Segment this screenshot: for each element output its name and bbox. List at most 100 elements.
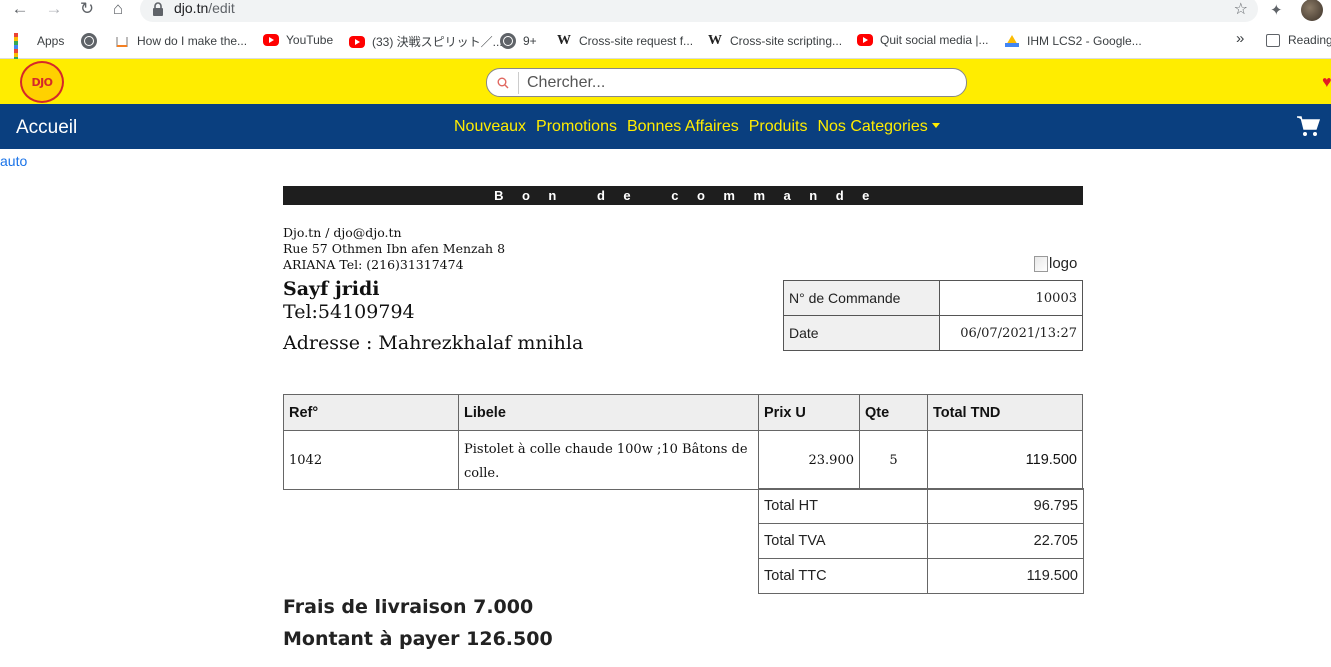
nav-menu: Nouveaux Promotions Bonnes Affaires Prod…: [454, 118, 940, 136]
item-total: 119.500: [927, 430, 1083, 490]
table-row: Date 06/07/2021/13:27: [783, 315, 1083, 351]
auto-link[interactable]: auto: [0, 153, 27, 169]
caret-down-icon: [931, 123, 940, 128]
items-table: Ref° Libele Prix U Qte Total TND 1042 Pi…: [283, 394, 1083, 490]
shopping-cart-icon[interactable]: [1296, 114, 1320, 138]
bookmark-label: Cross-site request f...: [579, 34, 694, 48]
table-row: Total TVA 22.705: [758, 523, 1084, 559]
google-drive-icon: [1004, 33, 1020, 49]
col-libele: Libele: [458, 394, 759, 431]
nav-nouveaux[interactable]: Nouveaux: [454, 118, 526, 136]
bookmark-ihm-drive[interactable]: IHM LCS2 - Google...: [1004, 33, 1142, 49]
search-bar: [486, 68, 967, 97]
main-navbar: Accueil Nouveaux Promotions Bonnes Affai…: [0, 104, 1331, 149]
bookmark-quit-social[interactable]: Quit social media |...: [857, 33, 989, 47]
client-phone: Tel:54109794: [283, 301, 415, 323]
url-host: djo.tn: [174, 0, 209, 16]
bookmark-notifications[interactable]: 9+: [500, 33, 537, 49]
table-row: Total HT 96.795: [758, 488, 1084, 524]
wikipedia-icon: W: [708, 33, 722, 48]
bookmark-globe[interactable]: [81, 33, 97, 49]
col-qte: Qte: [859, 394, 928, 431]
broken-image-icon: [1034, 255, 1048, 272]
item-prix: 23.900: [758, 430, 860, 490]
nav-bonnes-affaires[interactable]: Bonnes Affaires: [627, 118, 739, 136]
back-arrow-icon[interactable]: ←: [10, 0, 30, 20]
search-divider: [518, 72, 519, 94]
item-qte: 5: [859, 430, 928, 490]
item-ref: 1042: [283, 430, 459, 490]
order-number-value: 10003: [939, 280, 1083, 316]
reading-list-button[interactable]: Reading: [1266, 33, 1331, 47]
bookmark-youtube[interactable]: YouTube: [263, 33, 333, 47]
youtube-icon: [857, 34, 873, 46]
search-input[interactable]: [527, 72, 947, 94]
table-row: N° de Commande 10003: [783, 280, 1083, 316]
address-bar[interactable]: djo.tn/edit ☆: [140, 0, 1258, 22]
bookmark-label: Cross-site scripting...: [730, 34, 843, 48]
search-icon[interactable]: [497, 77, 509, 89]
item-libele: Pistolet à colle chaude 100w ;10 Bâtons …: [458, 430, 759, 490]
extensions-puzzle-icon[interactable]: ✦: [1270, 1, 1283, 19]
stackoverflow-icon: [114, 33, 130, 49]
total-ht-label: Total HT: [758, 488, 928, 524]
nav-categories-dropdown[interactable]: Nos Categories: [817, 118, 940, 136]
bookmark-label: 9+: [523, 34, 537, 48]
amount-to-pay: Montant à payer 126.500: [283, 628, 553, 650]
client-name: Sayf jridi: [283, 278, 380, 300]
site-header: DJO ♥: [0, 59, 1331, 104]
url-text: djo.tn/edit: [174, 0, 235, 16]
delivery-fees: Frais de livraison 7.000: [283, 596, 534, 618]
bookmark-wikipedia-xss[interactable]: W Cross-site scripting...: [707, 33, 842, 49]
bookmark-star-icon[interactable]: ☆: [1234, 0, 1248, 19]
bookmark-label: IHM LCS2 - Google...: [1027, 34, 1142, 48]
apps-grid-icon: [14, 33, 30, 69]
globe-icon: [500, 33, 516, 49]
table-row: Total TTC 119.500: [758, 558, 1084, 594]
youtube-icon: [349, 35, 365, 48]
totals-table: Total HT 96.795 Total TVA 22.705 Total T…: [758, 488, 1084, 594]
order-date-label: Date: [783, 315, 940, 351]
bookmark-label: Quit social media |...: [880, 33, 989, 47]
forward-arrow-icon[interactable]: →: [44, 0, 64, 20]
browser-toolbar: ← → ↻ ⌂ djo.tn/edit ☆ ✦: [0, 0, 1331, 22]
document-title: Bon de commande: [283, 186, 1083, 205]
col-ref: Ref°: [283, 394, 459, 431]
broken-logo-image: logo: [1034, 255, 1077, 272]
profile-avatar[interactable]: [1301, 0, 1323, 21]
bookmark-wikipedia-csrf[interactable]: W Cross-site request f...: [556, 33, 693, 49]
globe-icon: [81, 33, 97, 49]
total-tva-value: 22.705: [927, 523, 1084, 559]
logo-alt-text: logo: [1049, 255, 1078, 272]
bookmarks-more-button[interactable]: »: [1236, 30, 1244, 47]
nav-promotions[interactable]: Promotions: [536, 118, 617, 136]
bookmarks-bar: Apps How do I make the... YouTube (33) 決…: [0, 22, 1331, 69]
home-link[interactable]: Accueil: [16, 117, 77, 139]
youtube-icon: [263, 34, 279, 46]
bookmark-apps[interactable]: Apps: [14, 33, 64, 69]
heart-icon[interactable]: ♥: [1322, 74, 1331, 92]
logo-text: DJO: [31, 75, 53, 89]
bookmark-stackoverflow[interactable]: How do I make the...: [114, 33, 247, 49]
total-tva-label: Total TVA: [758, 523, 928, 559]
bookmark-label: (33) 決戦スピリット／...: [372, 35, 503, 49]
reading-list-label: Reading: [1288, 33, 1331, 47]
lock-icon: [153, 2, 163, 16]
order-info-table: N° de Commande 10003 Date 06/07/2021/13:…: [783, 280, 1083, 351]
nav-produits[interactable]: Produits: [749, 118, 808, 136]
site-logo[interactable]: DJO: [20, 61, 64, 103]
company-line-address: Rue 57 Othmen Ibn afen Menzah 8: [283, 241, 506, 256]
order-number-label: N° de Commande: [783, 280, 940, 316]
company-line-contact: Djo.tn / djo@djo.tn: [283, 225, 402, 240]
bookmark-youtube-playlist[interactable]: (33) 決戦スピリット／...: [349, 33, 503, 50]
company-info: Djo.tn / djo@djo.tn Rue 57 Othmen Ibn af…: [283, 225, 505, 273]
order-date-value: 06/07/2021/13:27: [939, 315, 1083, 351]
bookmark-label: How do I make the...: [137, 34, 248, 48]
url-path: /edit: [208, 0, 235, 16]
bookmark-label: YouTube: [286, 33, 334, 47]
company-line-city-tel: ARIANA Tel: (216)31317474: [283, 257, 464, 272]
reload-icon[interactable]: ↻: [77, 0, 97, 20]
table-header-row: Ref° Libele Prix U Qte Total TND: [283, 394, 1083, 431]
home-icon[interactable]: ⌂: [108, 0, 128, 20]
total-ttc-label: Total TTC: [758, 558, 928, 594]
